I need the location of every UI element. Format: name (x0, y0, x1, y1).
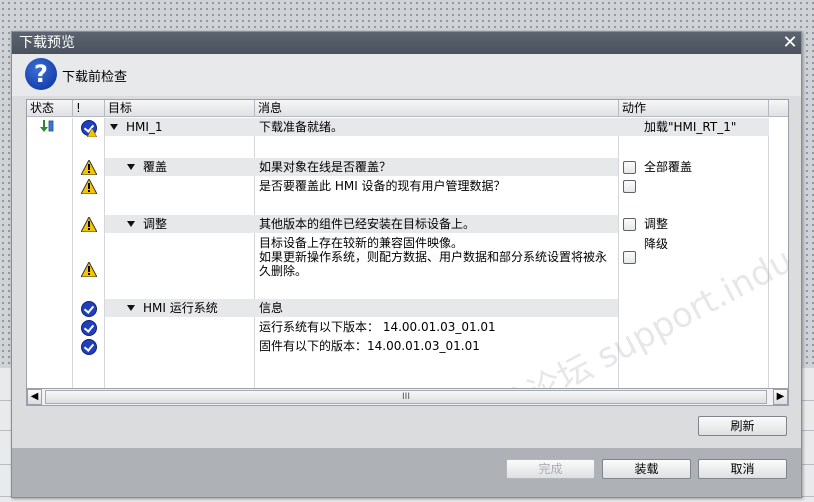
action-label: 降级 (644, 237, 669, 251)
message-line: 久删除。 (259, 264, 308, 278)
tree-row-overwrite[interactable]: 覆盖 (127, 160, 167, 175)
downgrade-checkbox[interactable] (623, 251, 636, 264)
message-cell: 如果对象在线是否覆盖？ (259, 160, 392, 174)
message-cell: 是否要覆盖此 HMI 设备的现有用户管理数据？ (259, 179, 506, 193)
column-header-action[interactable]: 动作 (619, 100, 769, 117)
close-icon[interactable]: ✕ (781, 34, 799, 52)
check-table: 状态 ! 目标 消息 动作 HMI_1 下载准备就绪。 加载"HMI_RT_1"… (26, 99, 789, 393)
target-label: HMI 运行系统 (143, 301, 218, 315)
refresh-button[interactable]: 刷新 (698, 416, 787, 436)
column-header-spacer (769, 100, 788, 117)
scroll-right-icon[interactable]: ▶ (773, 389, 788, 405)
message-cell: 固件有以下的版本：14.00.01.03_01.01 (259, 339, 480, 353)
dialog-footer: 完成 装载 取消 (12, 448, 801, 497)
column-header-alert[interactable]: ! (73, 100, 105, 117)
tree-row-hmi[interactable]: HMI_1 (110, 120, 163, 135)
warning-overlay-icon (86, 126, 98, 138)
finish-button[interactable]: 完成 (506, 459, 595, 479)
column-header-target[interactable]: 目标 (105, 100, 255, 117)
expand-triangle-icon[interactable] (127, 221, 135, 227)
load-button[interactable]: 装载 (602, 459, 691, 479)
expand-triangle-icon[interactable] (127, 305, 135, 311)
warning-icon (80, 177, 98, 195)
horizontal-scrollbar[interactable]: ◀ III ▶ (26, 388, 789, 406)
warning-icon (80, 158, 98, 176)
message-cell: 运行系统有以下版本： 14.00.01.03_01.01 (259, 320, 496, 334)
ok-status-icon (81, 339, 97, 355)
expand-triangle-icon[interactable] (110, 124, 118, 130)
download-arrow-icon (40, 120, 54, 136)
column-header-status[interactable]: 状态 (27, 100, 73, 117)
tree-row-adjust[interactable]: 调整 (127, 217, 167, 232)
tree-row-runtime[interactable]: HMI 运行系统 (127, 301, 218, 316)
overwrite-all-checkbox[interactable] (623, 161, 636, 174)
message-line: 如果更新操作系统，则配方数据、用户数据和部分系统设置将被永 (259, 250, 608, 264)
scroll-left-icon[interactable]: ◀ (27, 389, 42, 405)
expand-triangle-icon[interactable] (127, 164, 135, 170)
title-bar: 下载预览 ✕ (12, 32, 801, 54)
message-cell: 其他版本的组件已经安装在目标设备上。 (259, 217, 476, 231)
warning-icon (80, 215, 98, 233)
header-label: 下载前检查 (62, 70, 128, 85)
dialog-header: ? 下载前检查 (12, 54, 801, 96)
action-label: 调整 (644, 217, 669, 231)
adjust-checkbox[interactable] (623, 218, 636, 231)
target-label: HMI_1 (126, 120, 163, 134)
action-label: 全部覆盖 (644, 160, 693, 174)
message-line: 目标设备上存在较新的兼容固件映像。 (259, 236, 464, 250)
action-label[interactable]: 加载"HMI_RT_1" (644, 120, 736, 135)
question-icon: ? (25, 58, 57, 90)
target-label: 覆盖 (143, 160, 168, 174)
scroll-thumb[interactable]: III (45, 390, 767, 404)
download-preview-dialog: 下载预览 ✕ ? 下载前检查 状态 ! 目标 消息 动作 HMI_1 下载准备就… (11, 31, 802, 498)
column-header-message[interactable]: 消息 (255, 100, 619, 117)
target-label: 调整 (143, 217, 168, 231)
user-admin-checkbox[interactable] (623, 180, 636, 193)
message-cell: 信息 (259, 301, 284, 315)
message-cell: 下载准备就绪。 (259, 120, 344, 134)
ok-status-icon (81, 301, 97, 317)
cancel-button[interactable]: 取消 (698, 459, 787, 479)
warning-icon (80, 260, 98, 278)
ok-status-icon (81, 320, 97, 336)
dialog-title: 下载预览 (19, 35, 75, 51)
